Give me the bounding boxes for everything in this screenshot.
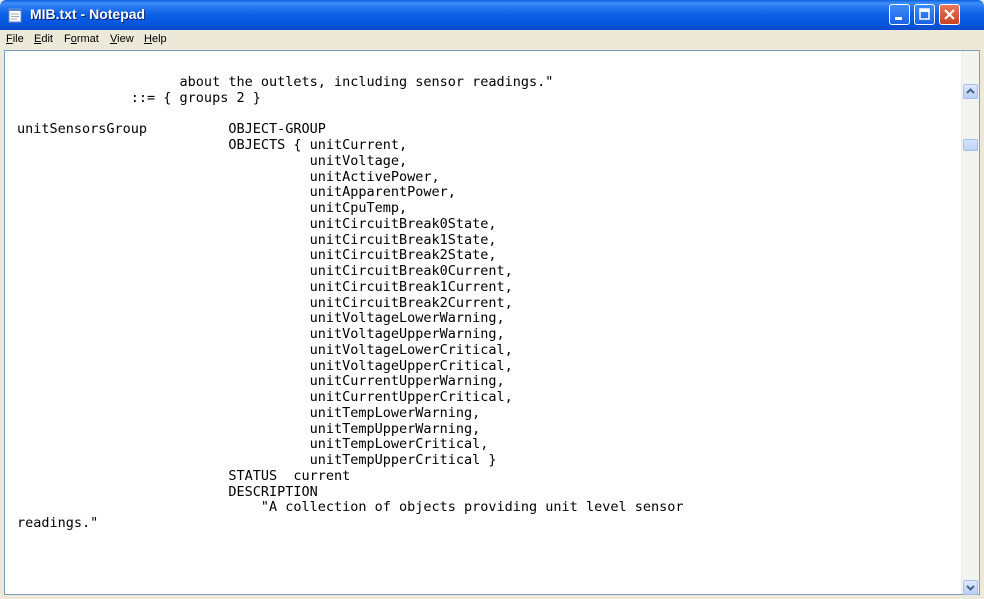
menu-bar: File Edit Format View Help <box>4 30 980 50</box>
menu-help-mnemonic: H <box>144 33 152 45</box>
minimize-button[interactable] <box>889 4 910 25</box>
vertical-scrollbar[interactable] <box>961 51 979 595</box>
menu-view-label: iew <box>117 33 134 45</box>
window-title: MIB.txt - Notepad <box>30 6 146 22</box>
menu-edit-label: dit <box>41 33 53 45</box>
scroll-up-button[interactable] <box>963 84 978 99</box>
menu-format-label: rmat <box>76 33 99 45</box>
arrow-down-icon <box>966 585 975 591</box>
title-bar[interactable]: MIB.txt - Notepad <box>0 0 984 30</box>
close-button[interactable] <box>939 4 960 25</box>
menu-format-prefix: F <box>64 33 71 45</box>
text-editor[interactable]: about the outlets, including sensor read… <box>4 50 980 595</box>
menu-format[interactable]: Format <box>64 33 99 45</box>
menu-edit[interactable]: Edit <box>34 33 53 45</box>
menu-help[interactable]: Help <box>144 33 167 45</box>
scroll-down-button[interactable] <box>963 580 978 595</box>
close-icon <box>944 9 955 20</box>
menu-file[interactable]: File <box>6 33 24 45</box>
notepad-window: MIB.txt - Notepad File Edit Format View … <box>0 0 984 599</box>
document-text[interactable]: about the outlets, including sensor read… <box>17 75 957 595</box>
minimize-icon <box>895 17 902 20</box>
menu-view[interactable]: View <box>110 33 134 45</box>
menu-file-label: ile <box>12 33 24 45</box>
scroll-thumb[interactable] <box>963 139 978 151</box>
menu-file-mnemonic: F <box>6 33 13 45</box>
arrow-up-icon <box>966 88 975 94</box>
notepad-icon[interactable] <box>8 7 22 23</box>
maximize-button[interactable] <box>914 4 935 25</box>
menu-help-label: elp <box>151 33 167 45</box>
maximize-icon <box>919 8 930 20</box>
